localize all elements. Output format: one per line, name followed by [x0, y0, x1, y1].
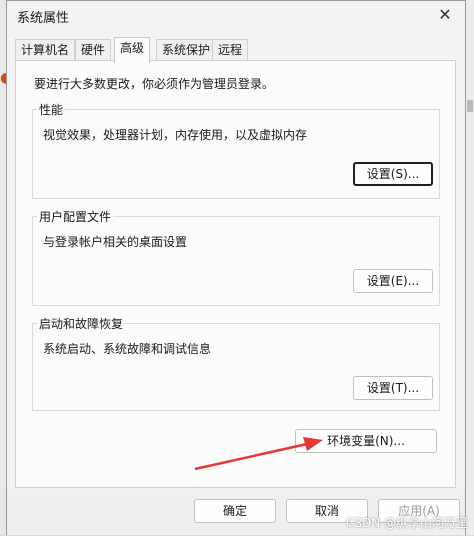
ok-button[interactable]: 确定	[194, 499, 276, 523]
red-annotation-arrow	[194, 437, 323, 471]
background-scrollbar	[467, 100, 473, 112]
csdn-watermark: CSDN @纵享山河万里	[345, 516, 468, 530]
tab-advanced[interactable]: 高级	[114, 37, 151, 63]
system-properties-dialog: 系统属性 ✕ 计算机名 硬件 高级 系统保护 远程 要进行大多数更改，你必须作为…	[6, 0, 466, 535]
